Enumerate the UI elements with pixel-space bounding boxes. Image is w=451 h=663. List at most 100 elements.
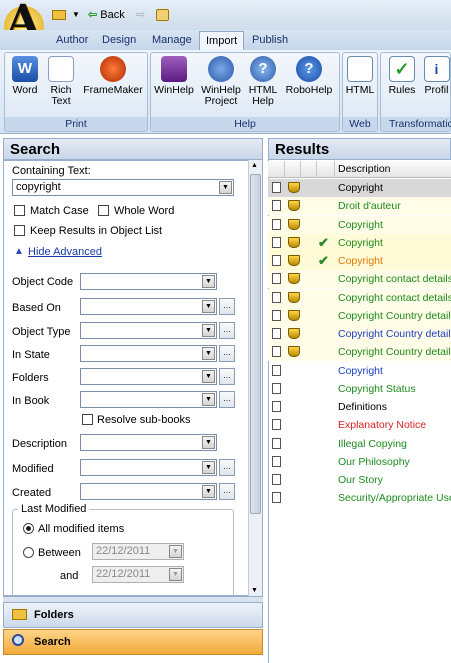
rich-text-button[interactable]: Rich Text bbox=[46, 56, 76, 107]
created-browse-button[interactable]: ... bbox=[219, 483, 235, 500]
row-description: Copyright Country details bbox=[338, 346, 451, 358]
match-case-checkbox[interactable] bbox=[14, 205, 25, 216]
tab-import[interactable]: Import bbox=[199, 31, 245, 50]
results-pane-title: Results bbox=[268, 138, 451, 160]
chevron-down-icon[interactable]: ▼ bbox=[72, 6, 80, 24]
containing-text-value: copyright bbox=[16, 181, 61, 193]
group-label: Help bbox=[151, 117, 339, 131]
document-icon bbox=[272, 474, 281, 485]
chevron-down-icon[interactable]: ▼ bbox=[219, 181, 232, 194]
match-case-label: Match Case bbox=[30, 205, 89, 217]
back-arrow-icon: ⇦ bbox=[88, 9, 98, 21]
chevron-down-icon[interactable]: ▼ bbox=[202, 300, 215, 313]
scroll-up-icon[interactable]: ▲ bbox=[251, 162, 258, 169]
description-combo[interactable]: ▼ bbox=[80, 434, 217, 451]
chevron-down-icon[interactable]: ▼ bbox=[202, 370, 215, 383]
tab-design[interactable]: Design bbox=[96, 31, 142, 50]
group-label: Web bbox=[343, 117, 377, 131]
chevron-down-icon[interactable]: ▼ bbox=[202, 393, 215, 406]
document-icon bbox=[272, 200, 281, 211]
row-description: Copyright Country details bbox=[338, 310, 451, 322]
robohelp-icon: ? bbox=[296, 56, 322, 82]
and-label: and bbox=[60, 570, 79, 582]
modified-browse-button[interactable]: ... bbox=[219, 459, 235, 476]
document-icon bbox=[272, 328, 281, 339]
whole-word-checkbox[interactable] bbox=[98, 205, 109, 216]
profile-icon: i bbox=[423, 56, 450, 82]
robohelp-button[interactable]: ? RoboHelp bbox=[283, 56, 335, 96]
shield-icon bbox=[288, 328, 300, 339]
date-to-combo[interactable]: 22/12/2011 ▼ bbox=[92, 566, 184, 583]
folders-combo[interactable]: ▼ bbox=[80, 368, 217, 385]
chevron-down-icon[interactable]: ▼ bbox=[202, 275, 215, 288]
object-type-browse-button[interactable]: ... bbox=[219, 322, 235, 339]
shield-icon bbox=[288, 200, 300, 211]
object-type-combo[interactable]: ▼ bbox=[80, 322, 217, 339]
tab-author[interactable]: Author bbox=[50, 31, 94, 50]
resolve-sub-books-checkbox[interactable] bbox=[82, 414, 93, 425]
nav-folders-button[interactable]: Folders bbox=[3, 602, 263, 628]
profile-button[interactable]: i Profil bbox=[422, 56, 451, 96]
winhelp-project-button[interactable]: WinHelp Project bbox=[198, 56, 244, 107]
folders-browse-button[interactable]: ... bbox=[219, 368, 235, 385]
winhelp-button[interactable]: WinHelp bbox=[153, 56, 195, 96]
chevron-down-icon[interactable]: ▼ bbox=[202, 461, 215, 474]
all-modified-radio[interactable] bbox=[23, 523, 34, 534]
object-type-label: Object Type bbox=[12, 326, 71, 338]
framemaker-button[interactable]: FrameMaker bbox=[82, 56, 144, 96]
object-code-combo[interactable]: ▼ bbox=[80, 273, 217, 290]
chevron-down-icon[interactable]: ▼ bbox=[202, 324, 215, 337]
containing-text-label: Containing Text: bbox=[12, 165, 91, 177]
html-help-button[interactable]: ? HTML Help bbox=[247, 56, 279, 107]
row-description: Copyright Country details bbox=[338, 328, 451, 340]
shield-icon bbox=[288, 346, 300, 357]
in-state-browse-button[interactable]: ... bbox=[219, 345, 235, 362]
chevron-down-icon[interactable]: ▼ bbox=[202, 485, 215, 498]
row-description: Our Philosophy bbox=[338, 456, 410, 468]
winhelp-project-icon bbox=[208, 56, 234, 82]
hide-advanced-link[interactable]: Hide Advanced bbox=[28, 246, 102, 258]
between-radio[interactable] bbox=[23, 547, 34, 558]
document-icon bbox=[272, 182, 281, 193]
search-pane-scrollbar[interactable]: ▲ ▼ bbox=[248, 160, 262, 596]
date-from-combo[interactable]: 22/12/2011 ▼ bbox=[92, 543, 184, 560]
chevron-down-icon[interactable]: ▼ bbox=[202, 436, 215, 449]
forward-arrow-icon[interactable]: ⇨ bbox=[136, 6, 145, 24]
row-description: Droit d'auteur bbox=[338, 200, 401, 212]
between-label: Between bbox=[38, 547, 81, 559]
row-description: Copyright bbox=[338, 182, 383, 194]
keep-results-checkbox[interactable] bbox=[14, 225, 25, 236]
html-button[interactable]: HTML bbox=[343, 56, 377, 96]
rules-button[interactable]: ✓ Rules bbox=[386, 56, 418, 96]
row-description: Explanatory Notice bbox=[338, 419, 427, 431]
refresh-icon[interactable] bbox=[156, 6, 172, 24]
chevron-down-icon[interactable]: ▼ bbox=[202, 347, 215, 360]
collapse-icon[interactable]: ▲ bbox=[14, 246, 24, 257]
row-description: Copyright bbox=[338, 255, 383, 267]
document-icon bbox=[272, 456, 281, 467]
nav-search-button[interactable]: Search bbox=[3, 629, 263, 655]
chevron-down-icon[interactable]: ▼ bbox=[169, 545, 182, 558]
based-on-combo[interactable]: ▼ bbox=[80, 298, 217, 315]
row-description: Copyright Status bbox=[338, 383, 416, 395]
in-book-browse-button[interactable]: ... bbox=[219, 391, 235, 408]
description-column-header[interactable]: Description bbox=[338, 163, 391, 175]
tab-manage[interactable]: Manage bbox=[146, 31, 198, 50]
scroll-thumb[interactable] bbox=[250, 174, 261, 514]
based-on-browse-button[interactable]: ... bbox=[219, 298, 235, 315]
in-book-combo[interactable]: ▼ bbox=[80, 391, 217, 408]
modified-combo[interactable]: ▼ bbox=[80, 459, 217, 476]
scroll-down-icon[interactable]: ▼ bbox=[251, 587, 258, 594]
word-button[interactable]: W Word bbox=[8, 56, 42, 96]
tab-publish[interactable]: Publish bbox=[246, 31, 294, 50]
back-button[interactable]: ⇦ Back bbox=[88, 6, 130, 24]
magnifier-icon bbox=[12, 634, 24, 646]
row-description: Copyright bbox=[338, 365, 383, 377]
last-modified-label: Last Modified bbox=[18, 503, 90, 515]
shield-icon bbox=[288, 219, 300, 230]
created-combo[interactable]: ▼ bbox=[80, 483, 217, 500]
chevron-down-icon[interactable]: ▼ bbox=[169, 568, 182, 581]
folder-open-icon[interactable] bbox=[52, 6, 68, 24]
containing-text-combo[interactable]: copyright ▼ bbox=[12, 179, 234, 196]
in-state-combo[interactable]: ▼ bbox=[80, 345, 217, 362]
